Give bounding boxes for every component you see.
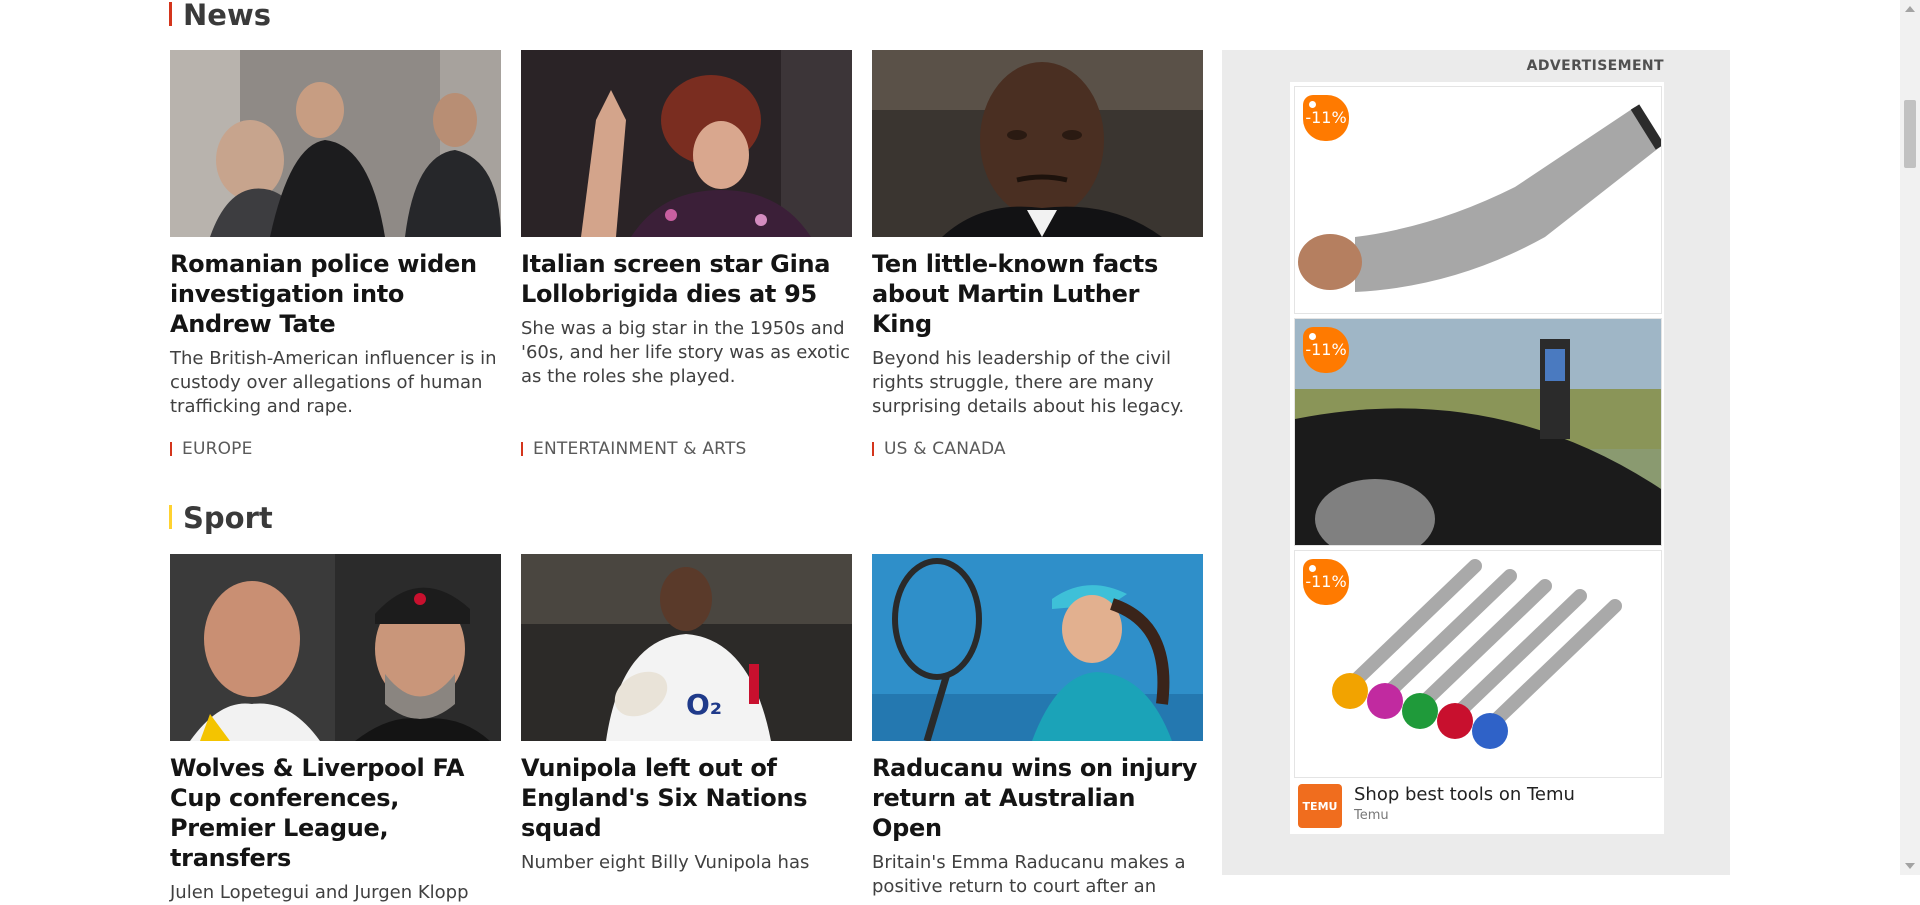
- article-summary: She was a big star in the 1950s and '60s…: [521, 318, 851, 387]
- section-title-label: News: [183, 0, 271, 32]
- temu-logo: TEMU: [1298, 784, 1342, 828]
- arm-sleeve-image: [1298, 104, 1661, 292]
- advertisement-panel: ADVERTISEMENT -11% -11% -11% TEMU Shop b…: [1222, 50, 1730, 875]
- scrollbar-thumb[interactable]: [1904, 100, 1916, 168]
- discount-badge: -11%: [1303, 559, 1349, 605]
- article-summary: The British-American influencer is in cu…: [170, 348, 497, 417]
- article-headline[interactable]: Ten little-known facts about Martin Luth…: [872, 249, 1203, 339]
- article-tag-us-canada[interactable]: US & CANADA: [872, 439, 1006, 459]
- article-headline[interactable]: Romanian police widen investigation into…: [170, 249, 501, 339]
- svg-text:O₂: O₂: [686, 688, 722, 721]
- article-summary: Beyond his leadership of the civil right…: [872, 348, 1185, 417]
- advertisement-box[interactable]: -11% -11% -11% TEMU Shop best tools on T…: [1290, 82, 1664, 834]
- advertisement-label: ADVERTISEMENT: [1526, 58, 1664, 74]
- scroll-up-arrow-icon[interactable]: [1905, 6, 1915, 12]
- article-headline[interactable]: Vunipola left out of England's Six Natio…: [521, 753, 852, 843]
- discount-badge: -11%: [1303, 95, 1349, 141]
- ad-product-tile[interactable]: -11%: [1294, 318, 1662, 546]
- tag-label: US & CANADA: [884, 439, 1006, 459]
- article-tag-europe[interactable]: EUROPE: [170, 439, 253, 459]
- section-title-news[interactable]: News: [169, 0, 271, 32]
- ad-footer[interactable]: TEMU Shop best tools on Temu Temu: [1294, 780, 1660, 830]
- tread-gauge-image: [1295, 319, 1661, 545]
- tag-tick: [521, 442, 523, 456]
- tag-tick: [170, 442, 172, 456]
- sport-card-2[interactable]: O₂ Vunipola left out of England's Six Na…: [521, 554, 852, 875]
- section-accent-bar: [169, 505, 172, 529]
- section-title-label: Sport: [183, 501, 273, 535]
- article-image[interactable]: [521, 50, 852, 237]
- section-title-sport[interactable]: Sport: [169, 501, 273, 535]
- ad-product-tile[interactable]: -11%: [1294, 550, 1662, 778]
- article-headline[interactable]: Italian screen star Gina Lollobrigida di…: [521, 249, 852, 309]
- article-image[interactable]: O₂: [521, 554, 852, 741]
- tag-label: EUROPE: [182, 439, 253, 459]
- article-summary: Julen Lopetegui and Jurgen Klopp: [170, 882, 469, 903]
- tag-tick: [872, 442, 874, 456]
- article-summary: Number eight Billy Vunipola has: [521, 852, 810, 873]
- sport-card-3[interactable]: Raducanu wins on injury return at Austra…: [872, 554, 1203, 899]
- tag-label: ENTERTAINMENT & ARTS: [533, 439, 747, 459]
- article-image[interactable]: [170, 50, 501, 237]
- article-tag-entertainment[interactable]: ENTERTAINMENT & ARTS: [521, 439, 747, 459]
- article-image[interactable]: [872, 50, 1203, 237]
- page-scrollbar[interactable]: [1900, 0, 1920, 875]
- bit-set-image: [1332, 559, 1622, 749]
- article-summary: Britain's Emma Raducanu makes a positive…: [872, 852, 1186, 897]
- ad-advertiser-name: Temu: [1354, 808, 1389, 823]
- section-accent-bar: [169, 2, 172, 26]
- news-card-3[interactable]: Ten little-known facts about Martin Luth…: [872, 50, 1203, 419]
- article-image[interactable]: [170, 554, 501, 741]
- article-image[interactable]: [872, 554, 1203, 741]
- ad-cta-text[interactable]: Shop best tools on Temu: [1354, 784, 1575, 805]
- news-card-2[interactable]: Italian screen star Gina Lollobrigida di…: [521, 50, 852, 389]
- scroll-down-arrow-icon[interactable]: [1905, 863, 1915, 869]
- news-card-1[interactable]: Romanian police widen investigation into…: [170, 50, 501, 419]
- sport-card-1[interactable]: Wolves & Liverpool FA Cup conferences, P…: [170, 554, 501, 905]
- article-headline[interactable]: Wolves & Liverpool FA Cup conferences, P…: [170, 753, 501, 873]
- ad-product-tile[interactable]: -11%: [1294, 86, 1662, 314]
- discount-badge: -11%: [1303, 327, 1349, 373]
- article-headline[interactable]: Raducanu wins on injury return at Austra…: [872, 753, 1203, 843]
